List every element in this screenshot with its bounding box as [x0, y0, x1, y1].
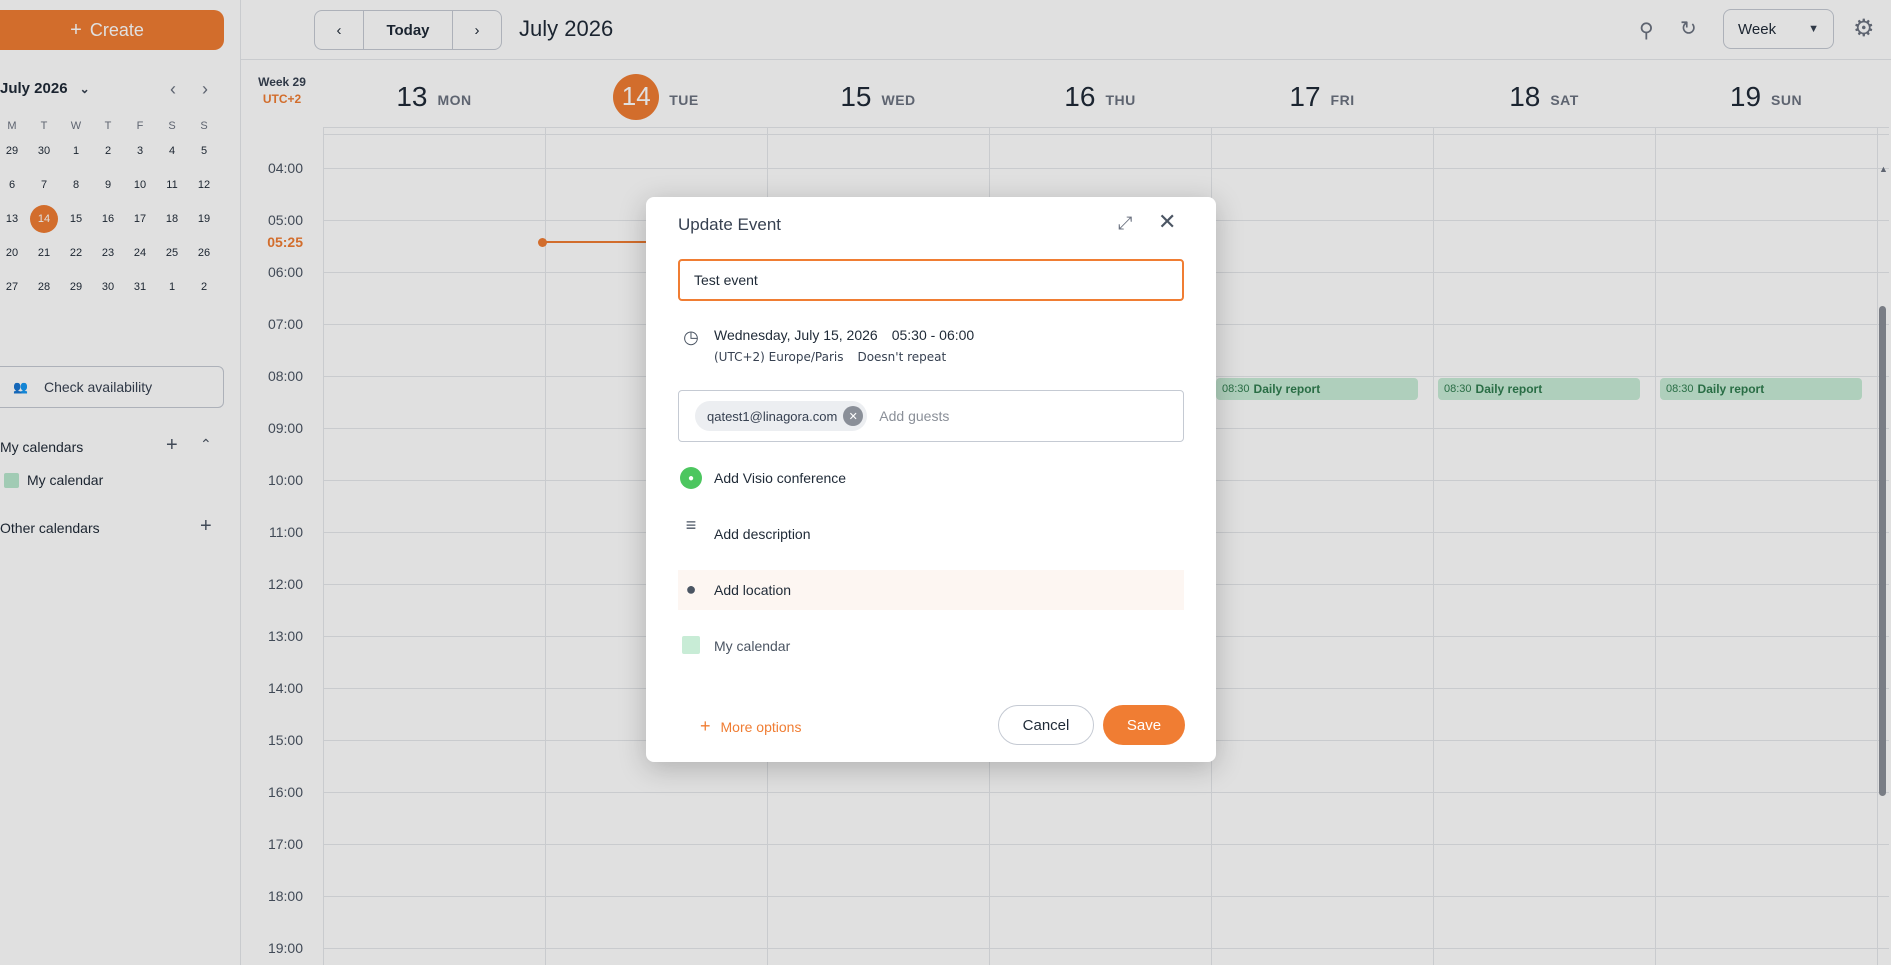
- add-description-label: Add description: [714, 526, 811, 542]
- event-repeat: Doesn't repeat: [857, 350, 947, 364]
- event-title-input[interactable]: [678, 259, 1184, 301]
- more-options-label: More options: [720, 718, 802, 735]
- event-date: Wednesday, July 15, 2026: [714, 327, 878, 343]
- event-date-time[interactable]: Wednesday, July 15, 2026 05:30 - 06:00: [714, 327, 974, 343]
- event-timezone: (UTC+2) Europe/Paris: [714, 350, 844, 364]
- add-guests-input[interactable]: [879, 408, 1080, 424]
- calendar-selector-label: My calendar: [714, 638, 791, 654]
- remove-guest-icon[interactable]: ✕: [843, 406, 864, 426]
- plus-icon: +: [700, 716, 711, 736]
- calendar-selector[interactable]: My calendar: [678, 626, 1184, 666]
- dialog-title: Update Event: [678, 215, 782, 234]
- event-time-range: 05:30 - 06:00: [891, 327, 975, 343]
- event-timezone-repeat[interactable]: (UTC+2) Europe/Paris Doesn't repeat: [714, 350, 946, 364]
- add-description-button[interactable]: Add description: [678, 514, 1184, 554]
- location-pin-icon: ●: [685, 579, 697, 599]
- guest-email: qatest1@linagora.com: [707, 408, 838, 424]
- add-location-label: Add location: [714, 582, 792, 598]
- clock-icon: ◷: [683, 327, 699, 347]
- add-visio-label: Add Visio conference: [714, 470, 847, 486]
- close-icon[interactable]: ✕: [1158, 209, 1176, 235]
- update-event-dialog: Update Event ⤢ ✕ ◷ Wednesday, July 15, 2…: [646, 197, 1216, 762]
- save-button[interactable]: Save: [1103, 705, 1185, 745]
- add-location-button[interactable]: Add location: [678, 570, 1184, 610]
- guests-field[interactable]: qatest1@linagora.com ✕: [678, 390, 1184, 442]
- guest-chip: qatest1@linagora.com ✕: [695, 401, 868, 431]
- add-visio-button[interactable]: Add Visio conference: [678, 458, 1184, 498]
- more-options-button[interactable]: + More options: [700, 716, 801, 737]
- cancel-button[interactable]: Cancel: [998, 705, 1094, 745]
- expand-icon[interactable]: ⤢: [1118, 213, 1132, 234]
